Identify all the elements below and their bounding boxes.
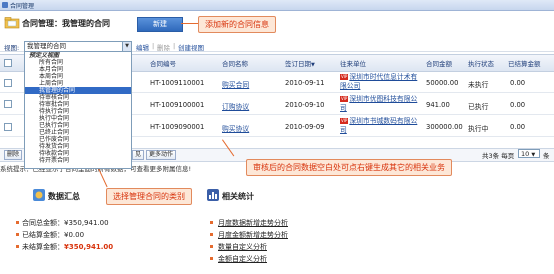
col-header-date[interactable]: 签订日期▼ xyxy=(285,58,315,68)
view-button[interactable]: 见 xyxy=(132,150,145,160)
dropdown-item[interactable]: 已执行合同 xyxy=(25,122,131,129)
summary-title: 数据汇总 xyxy=(48,192,80,201)
cell-date: 2010-09-09 xyxy=(285,123,325,131)
edit-view-link[interactable]: 编辑 xyxy=(136,42,149,52)
per-page-select[interactable]: 10 ▼ xyxy=(518,149,540,158)
dropdown-item[interactable]: 上周合同 xyxy=(25,80,131,87)
new-contract-button[interactable]: 新建 xyxy=(137,17,183,32)
col-header-company[interactable]: 往来单位 xyxy=(340,58,366,68)
dropdown-item[interactable]: 待审批合同 xyxy=(25,101,131,108)
cell-name-link[interactable]: 购买协议 xyxy=(222,123,249,133)
row-checkbox[interactable] xyxy=(4,79,12,87)
summary-settled: 已结算金额：¥0.00 xyxy=(22,231,85,239)
cell-amount: 50000.00 xyxy=(426,79,459,87)
stats-link-monthly-amount[interactable]: 月度金额新增走势分析 xyxy=(218,230,288,240)
summary-icon xyxy=(33,189,45,201)
summary-total: 合同总金额：¥350,941.00 xyxy=(22,219,109,227)
window-title: 合同管理 xyxy=(10,3,35,10)
delete-view-link[interactable]: 删除 xyxy=(157,42,170,52)
delete-button[interactable]: 删除 xyxy=(4,150,23,160)
col-header-settled[interactable]: 已结算金额 xyxy=(508,58,541,68)
col-header-no[interactable]: 合同编号 xyxy=(150,58,176,68)
cell-date: 2010-09-10 xyxy=(285,101,325,109)
window-titlebar: 合同管理 xyxy=(0,0,554,11)
chevron-down-icon: ▼ xyxy=(531,152,536,158)
dropdown-item[interactable]: 待发货合同 xyxy=(25,143,131,150)
cell-settled: 0.00 xyxy=(510,79,526,87)
col-header-amount[interactable]: 合同金额 xyxy=(426,58,452,68)
view-select-value: 我管理的合同 xyxy=(27,42,66,50)
cell-date: 2010-09-11 xyxy=(285,79,325,87)
dropdown-item[interactable]: 执行中合同 xyxy=(25,115,131,122)
callout-right-click-hint: 审核后的合同数据空白处可点右键生成其它的相关业务 xyxy=(246,159,452,176)
dropdown-item[interactable]: 所有合同 xyxy=(25,59,131,66)
callout-new-contract: 添加新的合同信息 xyxy=(198,16,276,33)
dropdown-item[interactable]: 待执行合同 xyxy=(25,108,131,115)
vip-tag: VIP xyxy=(340,118,349,124)
dropdown-item[interactable]: 待审核合同 xyxy=(25,94,131,101)
cell-status: 已执行 xyxy=(468,103,489,111)
pager-total: 共3条 每页 xyxy=(482,152,515,160)
dropdown-item[interactable]: 待开票合同 xyxy=(25,157,131,164)
view-label: 视图: xyxy=(4,44,20,52)
app-icon xyxy=(2,2,8,8)
dropdown-item[interactable]: 待收款合同 xyxy=(25,150,131,157)
col-header-status[interactable]: 执行状态 xyxy=(468,58,494,68)
page-title: 合同管理：我管理的合同 xyxy=(22,19,110,28)
create-view-link[interactable]: 创建视图 xyxy=(178,42,204,52)
stats-title: 相关统计 xyxy=(222,192,254,201)
callout-select-category: 选择管理合同的类别 xyxy=(106,188,192,205)
vip-tag: VIP xyxy=(340,74,349,80)
dropdown-item[interactable]: 已终止合同 xyxy=(25,129,131,136)
cell-company[interactable]: VIP 深圳市优图科技有限公司 xyxy=(340,95,420,113)
cell-no: HT-1009100001 xyxy=(150,101,205,109)
cell-amount: 941.00 xyxy=(426,101,450,109)
contract-folder-icon xyxy=(4,17,20,29)
cell-amount: 300000.00 xyxy=(426,123,463,131)
stats-link-monthly-count[interactable]: 月度数据新增走势分析 xyxy=(218,218,288,228)
more-actions-button[interactable]: 更多动作 xyxy=(146,150,177,160)
dropdown-item[interactable]: 本月合同 xyxy=(25,66,131,73)
chevron-down-icon[interactable]: ▼ xyxy=(122,42,131,51)
cell-settled: 0.00 xyxy=(510,123,526,131)
row-checkbox[interactable] xyxy=(4,123,12,131)
view-dropdown-list[interactable]: 预定义视图 所有合同 本月合同 本周合同 上周合同 我管理的合同 待审核合同 待… xyxy=(24,51,132,169)
cell-company[interactable]: VIP 深圳市时代信息计术有限公司 xyxy=(340,73,420,91)
cell-name-link[interactable]: 购买合同 xyxy=(222,79,249,89)
stats-icon xyxy=(207,189,219,201)
cell-settled: 0.00 xyxy=(510,101,526,109)
cell-no: HT-1009090001 xyxy=(150,123,205,131)
cell-status: 未执行 xyxy=(468,81,489,89)
select-all-checkbox[interactable] xyxy=(4,59,12,67)
cell-status: 执行中 xyxy=(468,125,489,133)
row-checkbox[interactable] xyxy=(4,100,12,108)
vip-tag: VIP xyxy=(340,96,349,102)
stats-link-count-custom[interactable]: 数量自定义分析 xyxy=(218,242,267,252)
cell-no: HT-1009110001 xyxy=(150,79,205,87)
col-header-name[interactable]: 合同名称 xyxy=(222,58,248,68)
dropdown-item[interactable]: 已作废合同 xyxy=(25,136,131,143)
summary-unsettled: 未结算金额：¥350,941.00 xyxy=(22,243,114,251)
dropdown-group-label: 预定义视图 xyxy=(29,52,60,59)
dropdown-item[interactable]: 本周合同 xyxy=(25,73,131,80)
stats-link-amount-custom[interactable]: 金额自定义分析 xyxy=(218,254,267,264)
cell-company[interactable]: VIP 深圳市书城数码有限公司 xyxy=(340,117,420,135)
pager-unit: 条 xyxy=(543,152,550,160)
callout-arrow xyxy=(181,23,198,24)
cell-name-link[interactable]: 订购协议 xyxy=(222,101,249,111)
dropdown-item-selected[interactable]: 我管理的合同 xyxy=(25,87,131,94)
